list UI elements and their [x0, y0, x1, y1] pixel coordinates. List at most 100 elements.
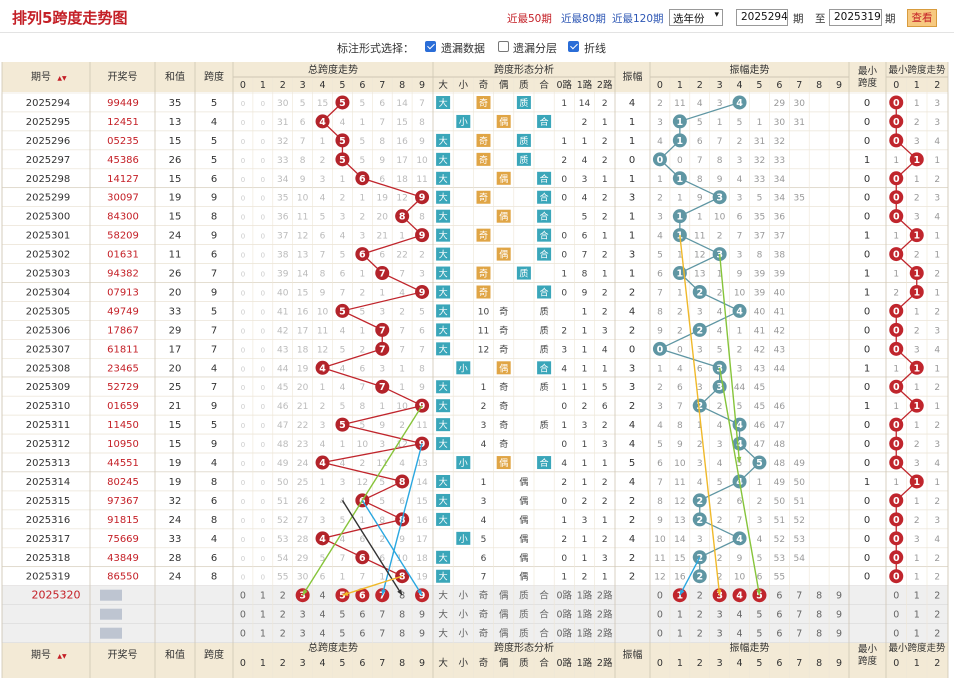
amp-digit-header: 9 [836, 80, 842, 91]
amp-miss-cell: 5 [717, 345, 723, 355]
amp-miss-cell: 8 [677, 421, 683, 431]
amp-miss-cell: 6 [737, 213, 743, 223]
span-miss-cell: 12 [396, 194, 407, 204]
shape-miss-cell: 0 [561, 251, 567, 261]
span-miss-cell: 1 [359, 118, 365, 128]
predict-span-digit: 8 [399, 629, 405, 640]
span-miss-cell: 45 [277, 383, 288, 393]
span-miss-small: 0 [241, 100, 245, 108]
predict-min-digit: 2 [934, 629, 940, 640]
amp-ball-label: 2 [696, 572, 703, 583]
footer-amp-digit-header: 9 [836, 658, 842, 669]
shape-hit-text: 奇 [479, 230, 488, 242]
predict-amp-digit: 0 [657, 610, 663, 621]
predict-span-digit: 5 [339, 610, 345, 621]
span-miss-cell: 49 [277, 459, 289, 469]
span-cell: 9 [211, 193, 217, 204]
amp-ball-label: 1 [677, 269, 684, 280]
shape-hit-text: 大 [439, 230, 448, 242]
span-miss-cell: 9 [379, 156, 385, 166]
footer-span-digit-header: 5 [339, 658, 345, 669]
span-miss-cell: 4 [320, 440, 326, 450]
amp-miss-cell: 9 [737, 554, 743, 564]
shape-hit-text: 质 [519, 154, 528, 166]
shape-miss-cell: 质 [540, 381, 549, 393]
shape-miss-cell: 奇 [499, 400, 508, 412]
amp-miss-cell: 2 [737, 345, 743, 355]
shape-hit-text: 大 [439, 495, 448, 507]
min-span-cell: 1 [864, 231, 870, 242]
footer-amp-digit-header: 5 [756, 658, 762, 669]
span-miss-small: 0 [261, 536, 265, 544]
amp-miss-cell: 4 [697, 478, 703, 488]
amp-ball-label: 4 [736, 98, 743, 109]
amp-miss-cell: 54 [794, 554, 806, 564]
amp-miss-cell: 43 [754, 364, 765, 374]
shape-miss-cell: 3 [481, 497, 487, 507]
footer-min-span-header-2: 跨度 [858, 655, 878, 667]
min-span-cell: 0 [864, 136, 870, 147]
span-miss-cell: 7 [359, 383, 365, 393]
span-miss-small: 0 [261, 479, 265, 487]
amp-miss-cell: 8 [657, 307, 663, 317]
number-cell: 17867 [107, 325, 139, 336]
shape-miss-cell: 1 [582, 478, 588, 488]
min-miss-cell: 3 [914, 213, 920, 223]
span-ball-label: 5 [339, 98, 346, 109]
predict-span-digit: 2 [280, 629, 286, 640]
amp-ball-label: 3 [716, 193, 723, 204]
shape-miss-cell: 3 [481, 421, 487, 431]
predict-shape-col: 大 [438, 609, 448, 621]
predict-amp-digit: 2 [697, 629, 703, 640]
span-miss-small: 0 [241, 536, 245, 544]
amp-cell: 5 [629, 458, 635, 469]
shape-miss-cell: 1 [582, 440, 588, 450]
min-miss-cell: 2 [934, 383, 940, 393]
table-row [1, 547, 949, 568]
amp-cell: 1 [629, 117, 635, 128]
amp-miss-cell: 7 [737, 232, 743, 242]
span-miss-cell: 19 [377, 194, 389, 204]
span-miss-cell: 26 [297, 497, 309, 507]
shape-hit-text: 质 [519, 97, 528, 109]
span-miss-cell: 1 [340, 573, 346, 583]
predict-amp-digit: 5 [756, 629, 762, 640]
span-miss-cell: 5 [359, 137, 365, 147]
span-cell: 9 [211, 401, 217, 412]
min-digit-header: 2 [934, 80, 940, 91]
predict-span-ball-label: 5 [339, 591, 346, 602]
min-miss-cell: 3 [934, 194, 940, 204]
span-miss-cell: 5 [300, 99, 306, 109]
amp-miss-cell: 9 [657, 516, 663, 526]
footer-sort-icon: ▲▼ [57, 653, 67, 660]
span-miss-cell: 7 [399, 270, 405, 280]
predict-amp-digit: 0 [657, 591, 663, 602]
span-miss-small: 0 [241, 195, 245, 203]
span-miss-small: 0 [241, 441, 245, 449]
span-miss-cell: 6 [320, 573, 326, 583]
amp-ball-label: 4 [736, 306, 743, 317]
shape-miss-cell: 偶 [519, 552, 528, 564]
table-row [1, 130, 949, 151]
table-row [1, 433, 949, 454]
shape-hit-text: 大 [439, 419, 448, 431]
span-cell: 4 [211, 534, 217, 545]
predict-shape-col: 小 [459, 610, 469, 621]
amp-miss-cell: 5 [657, 440, 663, 450]
shape-hit-text: 小 [459, 534, 468, 545]
span-miss-cell: 12 [357, 478, 368, 488]
number-cell: 05235 [107, 136, 139, 147]
min-span-cell: 0 [864, 325, 870, 336]
predict-shape-col: 合 [539, 609, 549, 621]
span-miss-cell: 7 [300, 137, 306, 147]
shape-miss-cell: 偶 [519, 533, 528, 545]
amp-miss-cell: 50 [794, 478, 806, 488]
min-span-cell: 0 [864, 420, 870, 431]
span-miss-cell: 3 [340, 478, 346, 488]
amp-miss-cell: 2 [717, 516, 723, 526]
span-miss-cell: 30 [277, 99, 289, 109]
span-miss-small: 0 [261, 460, 265, 468]
amp-miss-cell: 40 [774, 288, 786, 298]
shape-miss-cell: 2 [602, 137, 608, 147]
footer-amp-digit-header: 8 [816, 658, 822, 669]
